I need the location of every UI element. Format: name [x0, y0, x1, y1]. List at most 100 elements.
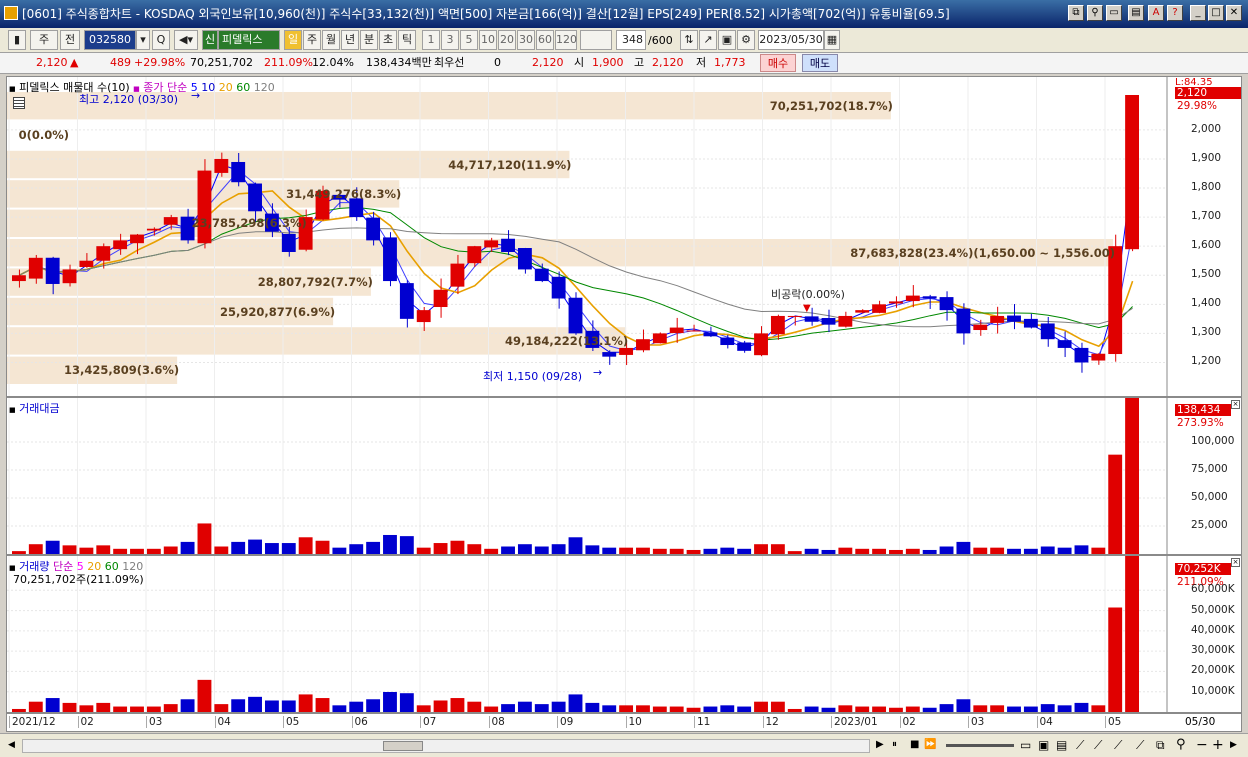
- amount-panel[interactable]: ■ 거래대금 138,434 273.93% × 100,000 75,000 50…: [6, 397, 1242, 555]
- link-icon[interactable]: ⚲: [1087, 5, 1103, 21]
- code-input[interactable]: 032580: [84, 30, 136, 50]
- price-chart[interactable]: [7, 77, 1242, 397]
- volume-bar: [517, 701, 532, 712]
- volume-value: 70,251,702: [190, 56, 253, 69]
- minute-60[interactable]: 60: [536, 30, 554, 50]
- speaker-icon[interactable]: ◀▾: [174, 30, 198, 50]
- period-second[interactable]: 초: [379, 30, 397, 50]
- app-icon: [4, 6, 18, 20]
- sell-button[interactable]: 매도: [802, 54, 838, 72]
- volume-bar: [113, 706, 128, 712]
- view-icon-3[interactable]: ▤: [1056, 738, 1067, 752]
- candle-body: [163, 217, 178, 225]
- panel-close-icon[interactable]: ×: [1231, 400, 1240, 409]
- restore-icon[interactable]: ⧉: [1068, 5, 1084, 21]
- minimize-button[interactable]: _: [1190, 5, 1206, 21]
- price-panel[interactable]: 70,251,702(18.7%) 0(0.0%) 44,717,120(11.9%…: [6, 76, 1242, 397]
- maximize-button[interactable]: □: [1208, 5, 1224, 21]
- scroll-left-icon[interactable]: ◀: [8, 740, 15, 750]
- volume-bar: [264, 543, 279, 554]
- volume-bar: [905, 706, 920, 712]
- candle-body: [838, 315, 853, 327]
- volume-bar: [130, 706, 144, 712]
- close-button[interactable]: ✕: [1226, 5, 1242, 21]
- candle-body: [281, 233, 296, 252]
- zoom-in-icon[interactable]: +: [1212, 737, 1224, 753]
- candle-body: [568, 297, 583, 334]
- minute-1[interactable]: 1: [422, 30, 440, 50]
- amount-chart[interactable]: [7, 398, 1242, 555]
- minute-120[interactable]: 120: [555, 30, 577, 50]
- pause-icon[interactable]: ⏸: [892, 739, 897, 750]
- search-icon[interactable]: Q: [152, 30, 170, 50]
- help-icon[interactable]: ?: [1167, 5, 1183, 21]
- volume-bars: [12, 556, 1139, 712]
- volume-bar: [433, 700, 448, 712]
- buy-button[interactable]: 매수: [760, 54, 796, 72]
- zoom-icon[interactable]: ⚲: [1176, 737, 1186, 752]
- settings-icon[interactable]: ⚙: [737, 30, 755, 50]
- volume-bar: [602, 705, 617, 712]
- profile-label: 23,785,298(6.3%): [191, 216, 307, 231]
- prev-button[interactable]: 전: [60, 30, 80, 50]
- panel-close-icon[interactable]: ×: [1231, 558, 1240, 567]
- print-icon[interactable]: A: [1148, 5, 1164, 21]
- candle-body: [501, 238, 515, 252]
- view-icon-1[interactable]: ▭: [1020, 738, 1031, 752]
- volume-bar: [79, 547, 94, 554]
- volume-bar: [517, 544, 532, 554]
- price-tick-label: 1,600: [1191, 239, 1222, 252]
- layout-icon[interactable]: ▮: [8, 30, 26, 50]
- dock-icon[interactable]: ▤: [1128, 5, 1144, 21]
- scroll-right-icon[interactable]: ▶: [1230, 740, 1237, 750]
- low-annotation: 최저 1,150 (09/28): [483, 370, 583, 383]
- candle-body: [1125, 95, 1139, 250]
- custom-period-input[interactable]: [580, 30, 612, 50]
- volume-panel[interactable]: ■ 거래량 단순 5 20 60 120 70,251,702주(211.09%…: [6, 555, 1242, 713]
- pan-icon[interactable]: ⇅: [680, 30, 698, 50]
- period-week[interactable]: 주: [303, 30, 321, 50]
- view-icon-2[interactable]: ▣: [1038, 738, 1049, 752]
- candle-body: [720, 337, 735, 346]
- period-year[interactable]: 년: [341, 30, 359, 50]
- draw-icon-4[interactable]: ⟋: [1136, 738, 1144, 753]
- minute-10[interactable]: 10: [479, 30, 497, 50]
- draw-icon-2[interactable]: ⟋: [1094, 738, 1102, 753]
- period-minute[interactable]: 분: [360, 30, 378, 50]
- minute-5[interactable]: 5: [460, 30, 478, 50]
- period-tick[interactable]: 틱: [398, 30, 416, 50]
- period-day[interactable]: 일: [284, 30, 302, 50]
- scroll-thumb[interactable]: [383, 741, 423, 751]
- window-icon[interactable]: ▭: [1106, 5, 1122, 21]
- current-price-tag: 2,120: [1175, 87, 1241, 99]
- volume-chart[interactable]: [7, 556, 1242, 713]
- draw-icon-5[interactable]: ⧉: [1156, 738, 1165, 753]
- date-input[interactable]: 2023/05/30: [758, 30, 824, 50]
- fast-forward-icon[interactable]: ⏩: [924, 739, 936, 750]
- tick-label: 50,000K: [1191, 603, 1235, 616]
- code-dropdown-icon[interactable]: ▾: [136, 30, 150, 50]
- stop-icon[interactable]: ■: [910, 739, 919, 750]
- draw-icon-3[interactable]: ⟋: [1114, 738, 1122, 753]
- volume-bar: [619, 705, 634, 712]
- period-month[interactable]: 월: [322, 30, 340, 50]
- save-icon[interactable]: ▣: [718, 30, 736, 50]
- volume-bar: [1091, 547, 1106, 554]
- zoom-out-icon[interactable]: −: [1196, 737, 1208, 753]
- volume-bar: [770, 544, 785, 554]
- speed-slider[interactable]: [946, 744, 1014, 747]
- play-icon[interactable]: ▶: [876, 739, 884, 750]
- candle-body: [1074, 347, 1089, 363]
- minute-3[interactable]: 3: [441, 30, 459, 50]
- calendar-icon[interactable]: ▦: [824, 30, 840, 50]
- market-select[interactable]: 주: [30, 30, 58, 50]
- count-input[interactable]: 348: [616, 30, 646, 50]
- draw-icon-1[interactable]: ⟋: [1076, 738, 1084, 753]
- line-tool-icon[interactable]: ↗: [699, 30, 717, 50]
- volume-bar: [838, 547, 853, 554]
- volume-bar: [163, 704, 178, 712]
- horizontal-scrollbar[interactable]: [22, 739, 870, 753]
- minute-20[interactable]: 20: [498, 30, 516, 50]
- table-icon[interactable]: [13, 97, 25, 109]
- minute-30[interactable]: 30: [517, 30, 535, 50]
